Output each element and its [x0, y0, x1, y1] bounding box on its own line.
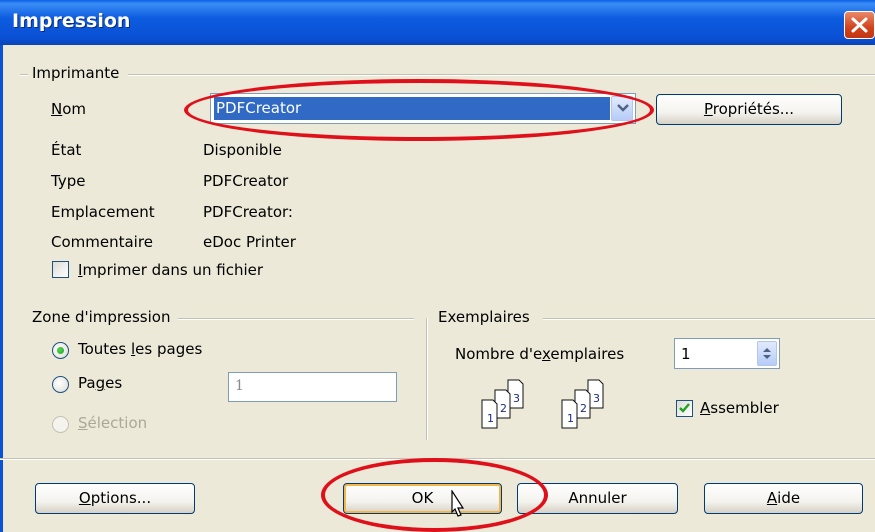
location-label: Emplacement [51, 203, 155, 221]
options-button[interactable]: Options... [35, 483, 195, 514]
copies-group-line [543, 318, 875, 320]
printer-group-line [128, 74, 875, 76]
checkmark-icon [679, 403, 690, 413]
print-range-group-label: Zone d'impression [30, 308, 173, 326]
spinner-icon [763, 348, 771, 359]
copies-count-label: Nombre d'exemplaires [455, 345, 625, 363]
pages-input[interactable]: 1 [228, 372, 397, 402]
radio-selected-dot [57, 347, 64, 354]
selection-radio[interactable] [52, 416, 69, 433]
status-label: État [51, 141, 82, 159]
annotation-ellipse-printer [184, 79, 654, 141]
comment-label: Commentaire [51, 233, 153, 251]
svg-text:2: 2 [580, 402, 587, 415]
collate-pages-icon: 3 2 1 3 2 1 [481, 379, 604, 429]
type-label: Type [51, 172, 86, 190]
pages-label[interactable]: Pages [78, 374, 122, 392]
window-title: Impression [12, 10, 131, 32]
pages-input-value: 1 [235, 378, 244, 394]
copies-group-divider [426, 318, 428, 440]
printer-name-label: Nom [51, 100, 87, 118]
annotation-ellipse-ok [321, 458, 548, 532]
copies-group-label: Exemplaires [436, 308, 532, 326]
type-value: PDFCreator [203, 172, 289, 190]
status-value: Disponible [203, 141, 282, 159]
close-button[interactable] [844, 11, 875, 39]
svg-text:2: 2 [500, 402, 507, 415]
close-icon [851, 17, 868, 33]
svg-text:1: 1 [487, 412, 494, 425]
selection-label: Sélection [78, 414, 148, 432]
copies-count-value: 1 [681, 345, 691, 363]
copies-count-spinner[interactable]: 1 [674, 338, 780, 369]
title-bar[interactable] [0, 0, 875, 45]
help-button[interactable]: Aide [704, 483, 863, 514]
properties-button[interactable]: Propriétés... [656, 94, 842, 125]
pages-radio[interactable] [52, 376, 69, 393]
print-range-group-line [178, 318, 414, 320]
spinner-button[interactable] [757, 341, 777, 366]
svg-text:3: 3 [593, 392, 600, 405]
collate-label[interactable]: Assembler [700, 399, 779, 417]
collate-checkbox[interactable] [676, 400, 693, 417]
printer-group-label: Imprimante [30, 64, 122, 82]
all-pages-label[interactable]: Toutes les pages [78, 340, 202, 358]
location-value: PDFCreator: [203, 203, 293, 221]
print-to-file-checkbox[interactable] [52, 261, 69, 278]
svg-text:3: 3 [513, 392, 520, 405]
comment-value: eDoc Printer [203, 233, 296, 251]
svg-text:1: 1 [567, 412, 574, 425]
all-pages-radio[interactable] [52, 342, 69, 359]
print-to-file-label[interactable]: Imprimer dans un fichier [78, 261, 263, 279]
